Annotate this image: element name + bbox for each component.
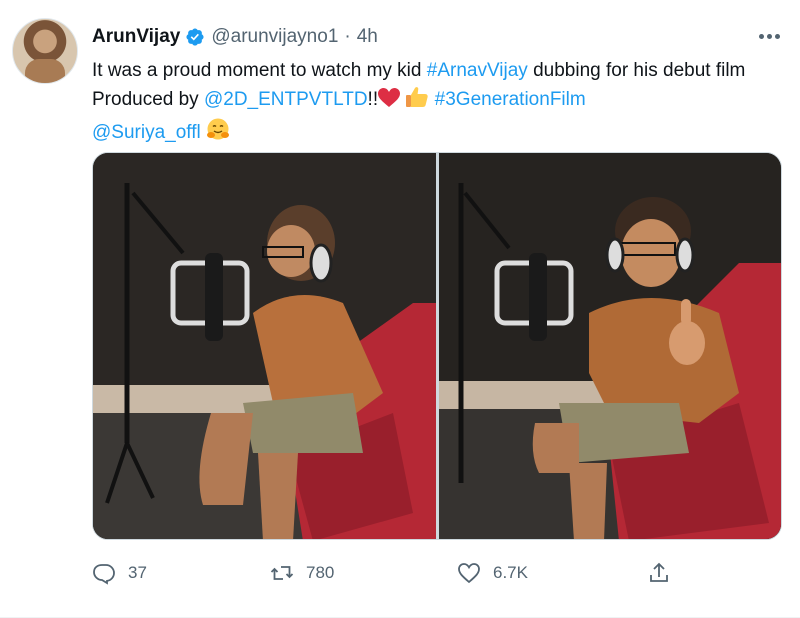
photo-boy-at-mic-side[interactable] xyxy=(93,153,436,539)
share-button[interactable] xyxy=(647,560,683,586)
tweet-card[interactable]: ArunVijay @arunvijayno1 · 4h It was a pr… xyxy=(0,0,800,618)
red-heart-emoji xyxy=(378,88,401,117)
reply-button[interactable]: 37 xyxy=(92,560,147,586)
share-icon xyxy=(650,562,668,582)
separator-dot: · xyxy=(344,26,351,47)
text-plain: It was a proud moment to watch my kid xyxy=(92,60,427,81)
tweet-text: It was a proud moment to watch my kid #A… xyxy=(92,56,782,150)
reply-icon xyxy=(93,564,115,585)
hashtag-link[interactable]: #ArnavVijay xyxy=(427,60,528,81)
verified-badge-icon xyxy=(185,27,205,47)
tweet-actions: 37 780 6.7K xyxy=(92,560,782,586)
avatar-figure xyxy=(25,59,65,83)
mention-link[interactable]: @Suriya_offl xyxy=(92,122,201,143)
reply-count: 37 xyxy=(128,563,147,582)
retweet-button[interactable]: 780 xyxy=(270,560,334,586)
hugging-face-emoji xyxy=(206,117,230,150)
tweet-header: ArunVijay @arunvijayno1 · 4h xyxy=(92,24,378,50)
tweet-timestamp[interactable]: 4h xyxy=(357,26,378,48)
author-name[interactable]: ArunVijay xyxy=(92,26,180,48)
tweet-media[interactable] xyxy=(92,152,782,540)
like-count: 6.7K xyxy=(493,563,528,582)
author-handle[interactable]: @arunvijayno1 xyxy=(211,26,338,48)
photo-boy-thumbs-up[interactable] xyxy=(438,153,781,539)
hashtag-link[interactable]: #3GenerationFilm xyxy=(435,89,586,110)
thumbs-up-emoji xyxy=(405,86,429,117)
text-plain: !! xyxy=(367,89,379,110)
retweet-count: 780 xyxy=(306,563,335,582)
more-options-icon[interactable] xyxy=(754,24,784,48)
retweet-icon xyxy=(270,566,294,580)
avatar[interactable] xyxy=(12,18,78,84)
like-button[interactable]: 6.7K xyxy=(457,560,528,586)
like-icon xyxy=(458,563,480,584)
mention-link[interactable]: @2D_ENTPVTLTD xyxy=(204,89,368,110)
